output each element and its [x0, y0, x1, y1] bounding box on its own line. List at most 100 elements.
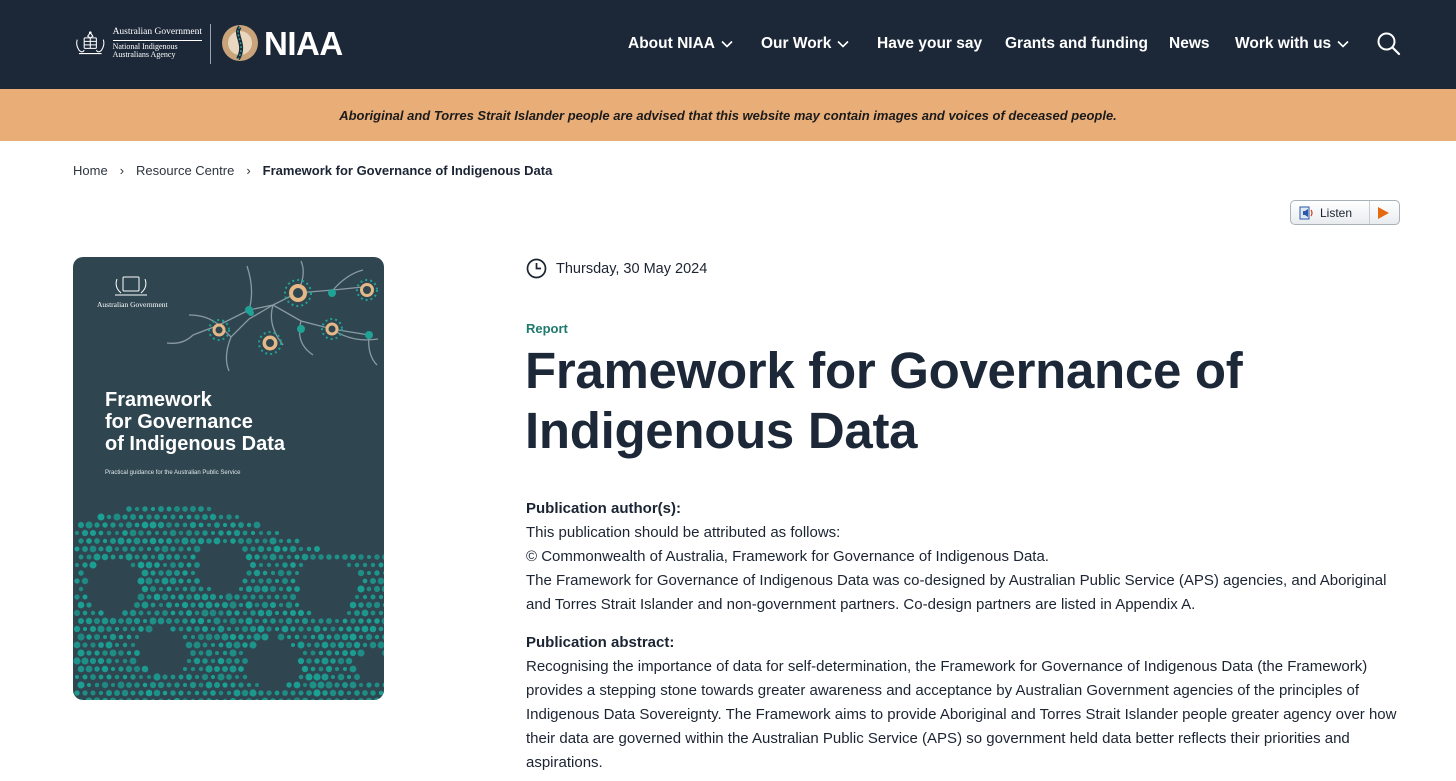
cover-dot — [125, 521, 133, 529]
cover-dot — [178, 690, 184, 696]
cover-dot — [78, 570, 84, 576]
cover-dot — [182, 634, 188, 640]
content-type-label: Report — [526, 321, 568, 336]
cover-dot — [110, 522, 116, 528]
cover-dot — [226, 514, 232, 520]
cover-dot — [282, 562, 288, 568]
cover-dot — [201, 609, 209, 617]
cover-dot — [133, 617, 141, 625]
cover-dot — [190, 586, 196, 592]
breadcrumb-resource-centre[interactable]: Resource Centre — [136, 163, 234, 178]
listen-button[interactable]: Listen — [1290, 200, 1400, 225]
cover-dot — [190, 634, 196, 640]
cover-dot — [297, 609, 305, 617]
cover-dot — [198, 650, 204, 656]
australian-government-logo[interactable]: Australian Government National Indigenou… — [72, 22, 202, 66]
cover-dot — [170, 690, 176, 696]
nav-work-with-us[interactable]: Work with us — [1235, 34, 1349, 54]
nav-news[interactable]: News — [1169, 34, 1210, 54]
niaa-emblem-icon[interactable] — [221, 24, 259, 62]
cover-dot — [97, 513, 105, 521]
cover-dot — [201, 673, 209, 681]
cover-dot — [373, 697, 381, 700]
cover-dot — [134, 506, 140, 512]
cover-dot — [93, 553, 101, 561]
cover-dot — [202, 658, 208, 664]
cover-dot — [226, 610, 232, 616]
cover-dot — [146, 530, 152, 536]
cover-dot — [377, 641, 384, 649]
cover-dot — [309, 681, 317, 689]
cover-dot — [366, 618, 372, 624]
nav-our-work[interactable]: Our Work — [761, 34, 849, 54]
cover-dot — [302, 634, 308, 640]
cover-dot — [218, 514, 224, 520]
cover-dot — [238, 650, 244, 656]
cover-dot — [149, 617, 157, 625]
chevron-down-icon — [837, 40, 849, 48]
cover-title-line: of Indigenous Data — [105, 433, 285, 455]
cover-dot — [210, 642, 216, 648]
cover-dot — [381, 585, 384, 593]
cover-dot — [206, 506, 212, 512]
cover-dot — [122, 642, 128, 648]
cover-dot — [126, 538, 132, 544]
cover-dot — [137, 593, 145, 601]
cover-dot — [194, 578, 200, 584]
cover-dot — [221, 633, 229, 641]
cover-dot — [310, 634, 316, 640]
niaa-brand[interactable]: NIAA — [264, 25, 343, 63]
cover-dot — [369, 641, 377, 649]
cover-dot — [337, 657, 345, 665]
cover-dot — [126, 634, 132, 640]
cover-dot — [258, 562, 264, 568]
cover-dot — [238, 586, 244, 592]
cover-dot — [142, 682, 148, 688]
nav-have-your-say[interactable]: Have your say — [877, 34, 982, 54]
cover-dot — [325, 681, 333, 689]
cover-dot — [161, 545, 169, 553]
nav-grants-and-funding[interactable]: Grants and funding — [1005, 34, 1148, 54]
cover-dot — [214, 602, 220, 608]
cover-dot — [349, 601, 357, 609]
cover-dot — [229, 633, 237, 641]
cover-dot — [298, 690, 304, 696]
cover-dot — [149, 521, 157, 529]
cover-dot — [250, 594, 256, 600]
cover-dot — [138, 626, 144, 632]
cover-dot — [226, 674, 232, 680]
cover-dot — [274, 578, 280, 584]
cover-dot — [98, 610, 104, 616]
cover-dot — [357, 585, 365, 593]
cover-dot — [82, 594, 88, 600]
cover-dot — [138, 674, 144, 680]
cover-dot — [298, 546, 304, 552]
cover-dot — [242, 594, 248, 600]
cover-dot — [97, 625, 105, 633]
cover-dot — [349, 681, 357, 689]
cover-dot — [294, 618, 300, 624]
cover-dot — [366, 554, 372, 560]
cover-dot — [266, 530, 272, 536]
cover-dot — [369, 625, 377, 633]
cover-dot — [346, 674, 352, 680]
cover-dot — [162, 674, 168, 680]
breadcrumb-home[interactable]: Home — [73, 163, 108, 178]
cover-dot — [153, 593, 161, 601]
cover-dot — [129, 609, 137, 617]
cover-dot — [81, 577, 89, 585]
cover-dot — [246, 682, 252, 688]
cover-dot — [253, 521, 261, 529]
cover-dot — [286, 538, 292, 544]
cover-dot — [326, 634, 332, 640]
cover-dot — [182, 522, 188, 528]
advisory-text: Aboriginal and Torres Strait Islander pe… — [339, 107, 1117, 123]
cover-dot — [73, 625, 81, 633]
nav-about-niaa[interactable]: About NIAA — [628, 34, 733, 54]
authors-line: The Framework for Governance of Indigeno… — [526, 572, 1387, 613]
cover-dot — [357, 649, 365, 657]
cover-dot — [341, 633, 349, 641]
cover-dot — [74, 530, 80, 536]
cover-dot — [383, 699, 384, 700]
search-icon[interactable] — [1376, 31, 1401, 56]
